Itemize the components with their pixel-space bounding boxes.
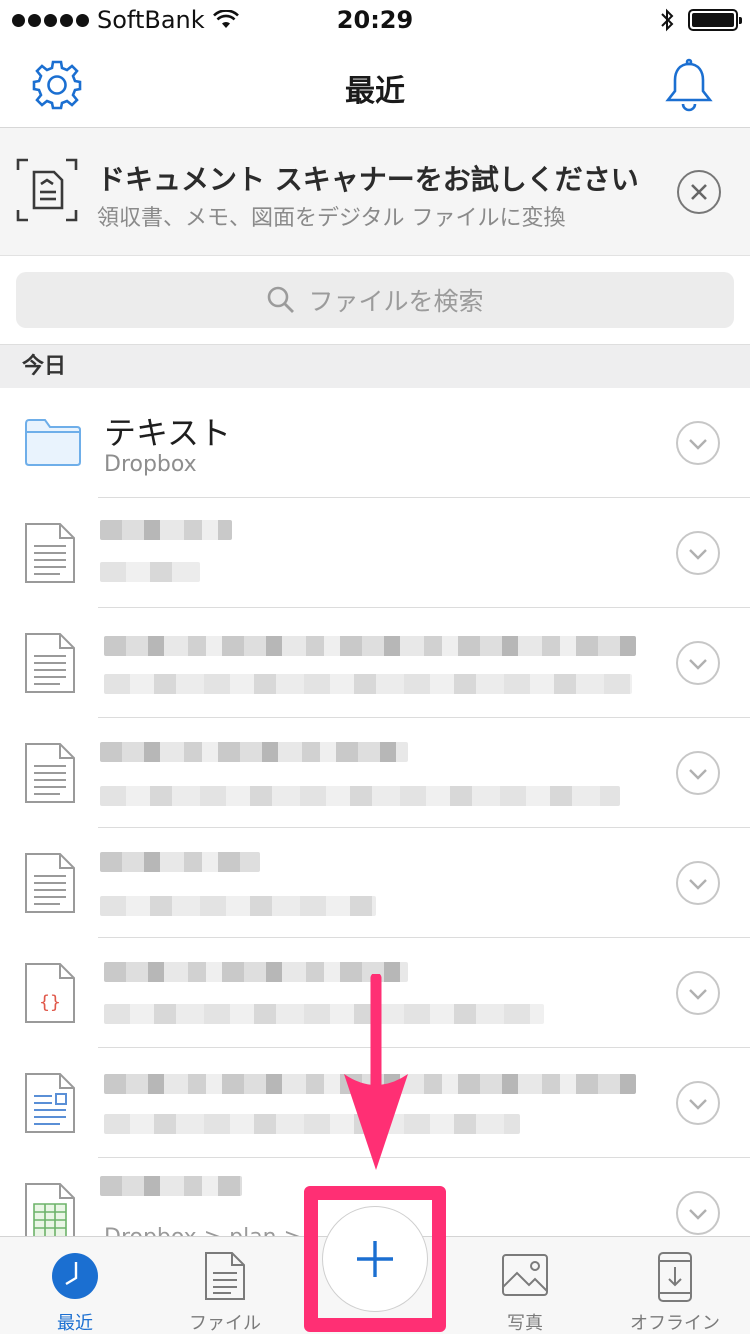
status-right	[660, 8, 742, 32]
chevron-down-icon	[689, 1209, 707, 1220]
tab-label: 最近	[57, 1313, 93, 1334]
item-name-redacted	[104, 962, 408, 982]
item-options-button[interactable]	[676, 531, 720, 575]
signal-icon	[12, 13, 89, 27]
wifi-icon	[212, 10, 239, 28]
code-file-icon: {}	[25, 963, 75, 1023]
item-name-redacted	[100, 852, 260, 872]
search-input[interactable]: ファイルを検索	[16, 272, 734, 328]
document-icon	[25, 523, 75, 583]
carrier-label: SoftBank	[97, 6, 205, 34]
list-item[interactable]	[0, 608, 750, 718]
list-item[interactable]	[0, 828, 750, 938]
chevron-down-icon	[689, 879, 707, 890]
add-button[interactable]	[322, 1206, 428, 1312]
chevron-down-icon	[689, 659, 707, 670]
item-location: Dropbox	[104, 452, 197, 477]
photo-icon	[502, 1254, 548, 1296]
chevron-down-icon	[689, 439, 707, 450]
notifications-button[interactable]	[664, 58, 718, 112]
item-options-button[interactable]	[676, 1191, 720, 1235]
svg-text:{}: {}	[39, 992, 61, 1013]
item-sub-redacted	[100, 562, 200, 582]
status-left: SoftBank	[12, 6, 660, 34]
search-placeholder: ファイルを検索	[308, 287, 484, 316]
banner-subtitle: 領収書、メモ、図面をデジタル ファイルに変換	[97, 206, 566, 231]
list-item[interactable]: テキスト Dropbox	[0, 388, 750, 498]
offline-device-icon	[658, 1252, 692, 1302]
banner-close-button[interactable]	[677, 170, 721, 214]
tab-files[interactable]: ファイル	[150, 1237, 300, 1334]
list-item[interactable]: {}	[0, 938, 750, 1048]
item-options-button[interactable]	[676, 751, 720, 795]
item-options-button[interactable]	[676, 421, 720, 465]
chevron-down-icon	[689, 769, 707, 780]
tab-label: 写真	[507, 1313, 543, 1334]
item-sub-redacted	[104, 1004, 544, 1024]
chevron-down-icon	[689, 549, 707, 560]
tab-recent[interactable]: 最近	[0, 1237, 150, 1334]
item-options-button[interactable]	[676, 861, 720, 905]
item-sub-redacted	[100, 896, 376, 916]
list-item[interactable]	[0, 498, 750, 608]
list-item[interactable]	[0, 1048, 750, 1158]
folder-icon	[25, 419, 81, 466]
tab-label: ファイル	[189, 1313, 261, 1334]
item-name: テキスト	[104, 414, 232, 452]
search-area: ファイルを検索	[0, 256, 750, 344]
banner-title: ドキュメント スキャナーをお試しください	[97, 163, 639, 196]
nav-bar: 最近	[0, 40, 750, 128]
item-sub-redacted	[104, 674, 632, 694]
page-title: 最近	[345, 74, 405, 109]
document-icon	[25, 853, 75, 913]
tab-offline[interactable]: オフライン	[600, 1237, 750, 1334]
document-scanner-icon	[16, 158, 78, 222]
battery-icon	[688, 9, 742, 31]
chevron-down-icon	[689, 1099, 707, 1110]
item-name-redacted	[104, 1074, 636, 1094]
close-icon	[691, 184, 707, 200]
scanner-promo-banner[interactable]: ドキュメント スキャナーをお試しください 領収書、メモ、図面をデジタル ファイル…	[0, 128, 750, 256]
bell-icon	[665, 58, 713, 112]
item-sub-redacted	[104, 1114, 520, 1134]
image-file-icon	[25, 1073, 75, 1133]
bluetooth-icon	[661, 8, 674, 32]
clock-icon	[52, 1253, 98, 1299]
document-icon	[25, 633, 75, 693]
tab-label: オフライン	[630, 1313, 720, 1334]
item-location: Dropbox > plan > ...	[104, 1225, 330, 1236]
plus-icon	[357, 1241, 393, 1277]
spreadsheet-icon	[25, 1183, 75, 1236]
list-item[interactable]	[0, 718, 750, 828]
section-header-today: 今日	[0, 344, 750, 388]
item-sub-redacted	[100, 786, 620, 806]
document-icon	[25, 743, 75, 803]
item-name-redacted	[104, 636, 636, 656]
file-icon	[205, 1252, 245, 1300]
item-options-button[interactable]	[676, 1081, 720, 1125]
tab-photos[interactable]: 写真	[450, 1237, 600, 1334]
item-name-redacted	[100, 520, 232, 540]
status-bar: SoftBank 20:29	[0, 0, 750, 40]
item-options-button[interactable]	[676, 641, 720, 685]
item-name-redacted	[100, 1176, 242, 1196]
chevron-down-icon	[689, 989, 707, 1000]
item-options-button[interactable]	[676, 971, 720, 1015]
search-icon	[268, 286, 295, 313]
item-name-redacted	[100, 742, 408, 762]
